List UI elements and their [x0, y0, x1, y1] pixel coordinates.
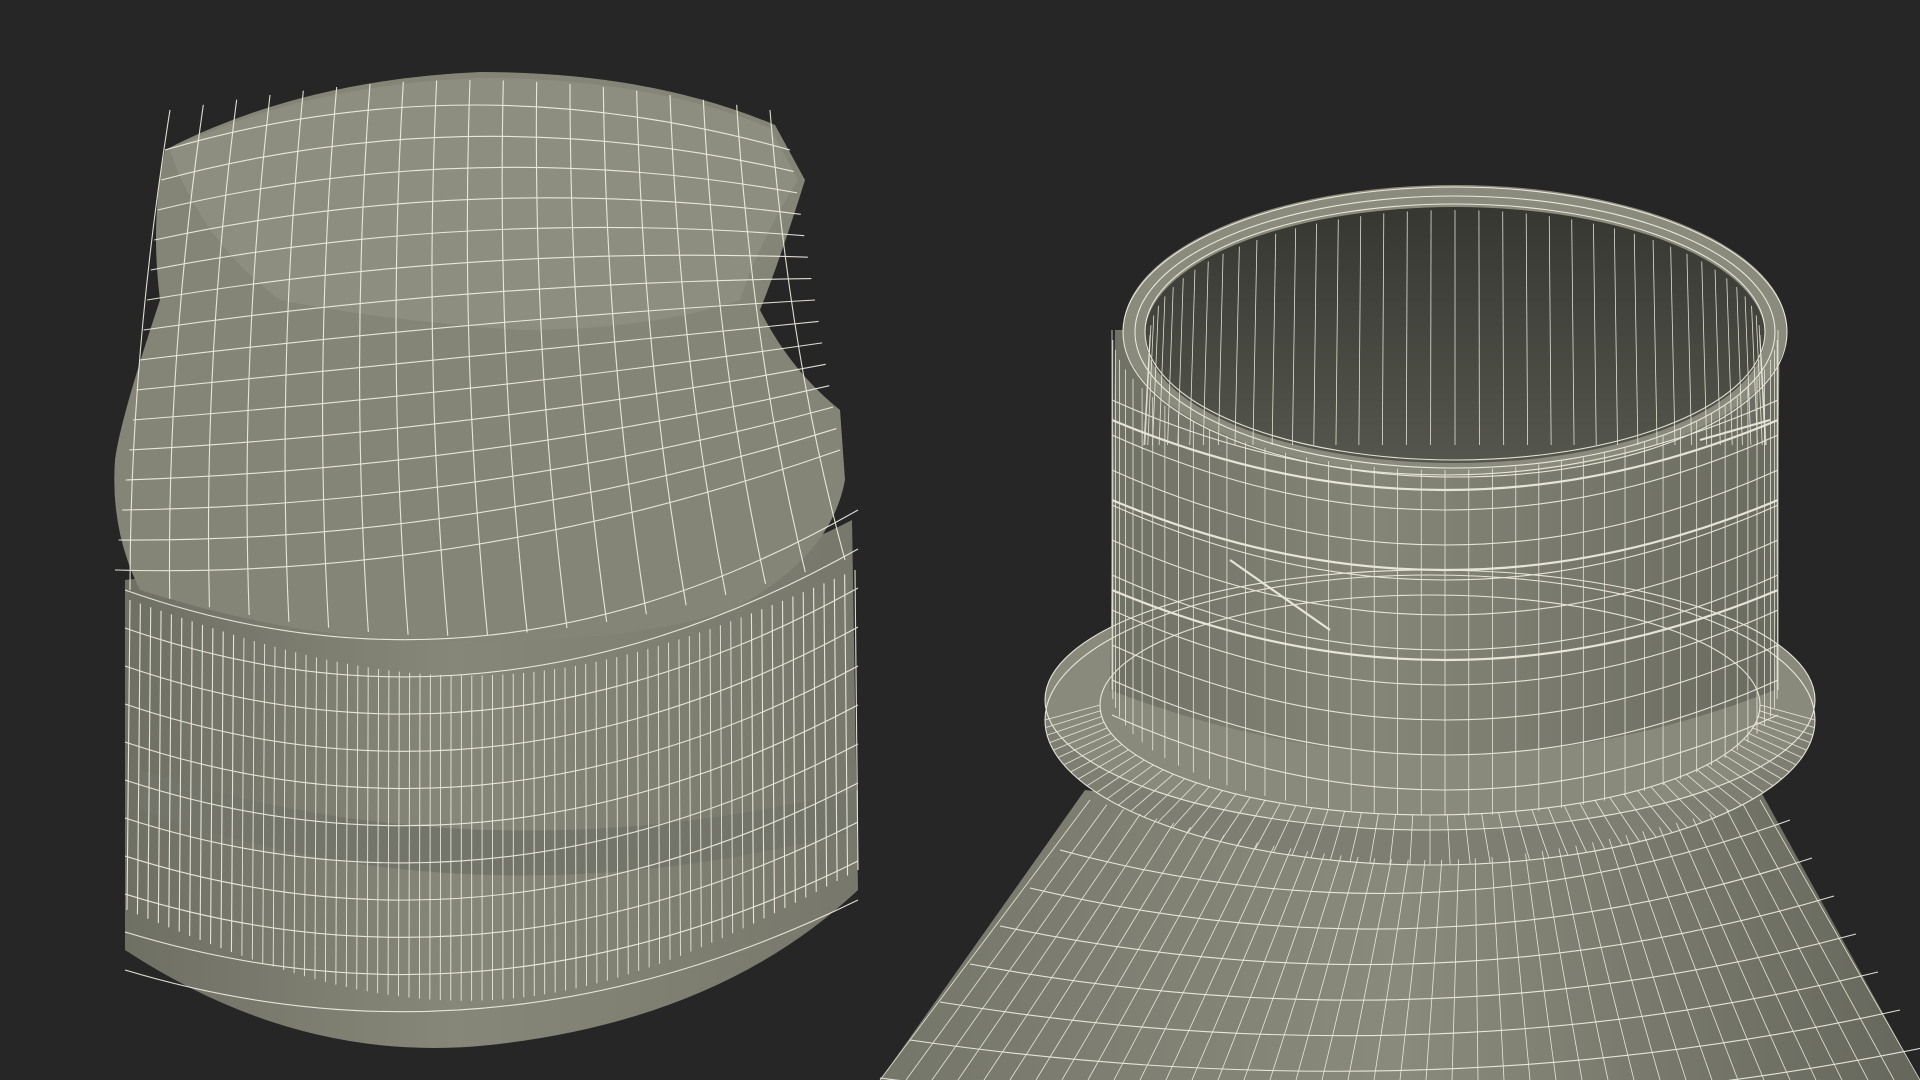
wire-edge	[418, 673, 421, 999]
wire-edge	[554, 669, 556, 993]
bottle-neck	[879, 185, 1920, 1080]
wireframe-scene	[114, 72, 1920, 1080]
wire-edge	[564, 667, 567, 991]
wire-edge	[429, 674, 431, 1000]
3d-render-viewport	[0, 0, 1920, 1080]
bottle-cap	[114, 72, 859, 1048]
